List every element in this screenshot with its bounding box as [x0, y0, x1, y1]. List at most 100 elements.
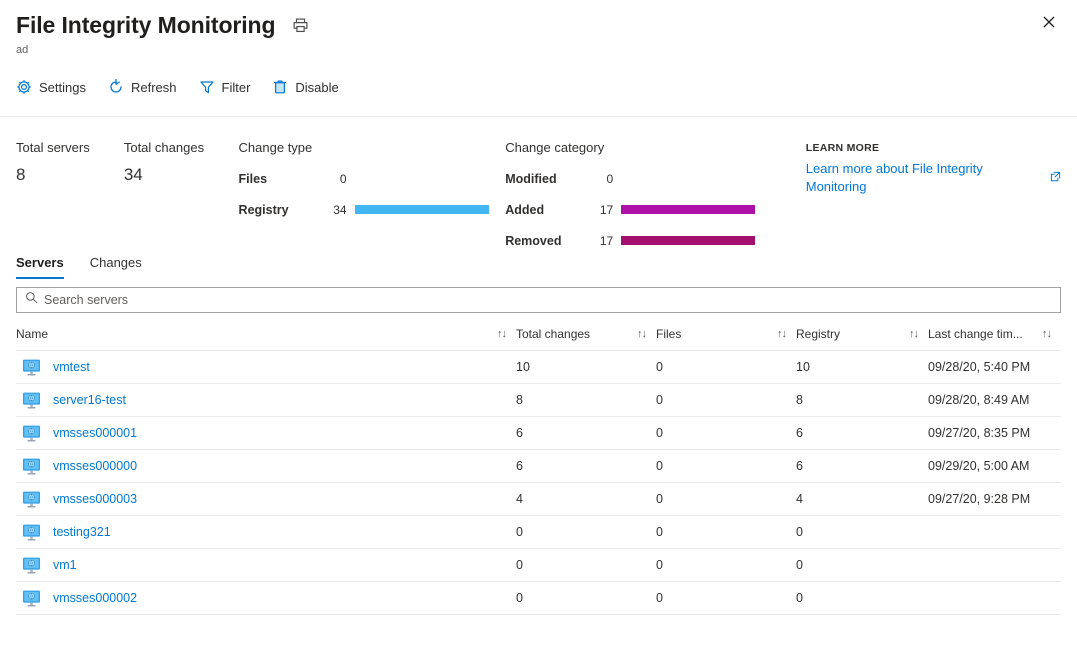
cell-last-change: 09/28/20, 8:49 AM	[928, 384, 1061, 417]
learn-more-section: LEARN MORE Learn more about File Integri…	[806, 139, 1061, 237]
column-label: Registry	[796, 327, 840, 341]
table-row[interactable]: vmtest1001009/28/20, 5:40 PM	[16, 351, 1061, 384]
bar-value: 34	[321, 203, 355, 217]
cell-name: testing321	[16, 516, 516, 549]
cell-files: 0	[656, 549, 796, 582]
column-header-registry[interactable]: Registry ↑↓	[796, 327, 928, 351]
filter-label: Filter	[222, 80, 251, 95]
virtual-machine-icon	[22, 590, 41, 607]
sort-icon[interactable]: ↑↓	[637, 328, 646, 340]
bar-track	[355, 205, 506, 214]
column-header-last-change-time[interactable]: Last change tim... ↑↓	[928, 327, 1061, 351]
tab-changes[interactable]: Changes	[90, 251, 154, 279]
column-label: Files	[656, 327, 681, 341]
refresh-label: Refresh	[131, 80, 177, 95]
cell-total-changes: 6	[516, 450, 656, 483]
bar-row: Files 0	[239, 163, 506, 194]
external-link-icon	[1050, 169, 1061, 187]
title-row: File Integrity Monitoring	[16, 10, 1061, 40]
cell-name: vm1	[16, 549, 516, 582]
sort-icon[interactable]: ↑↓	[909, 328, 918, 340]
servers-table: Name ↑↓ Total changes ↑↓ Files ↑↓	[16, 327, 1061, 615]
cell-last-change: 09/28/20, 5:40 PM	[928, 351, 1061, 384]
bar-row: Registry 34	[239, 194, 506, 225]
cell-files: 0	[656, 483, 796, 516]
cell-total-changes: 0	[516, 516, 656, 549]
bar-row: Added 17	[505, 194, 778, 225]
tab-servers-label: Servers	[16, 255, 64, 270]
sort-icon[interactable]: ↑↓	[1042, 328, 1051, 340]
cell-name: server16-test	[16, 384, 516, 417]
cell-last-change: 09/27/20, 8:35 PM	[928, 417, 1061, 450]
server-name-link[interactable]: vmsses000003	[53, 492, 137, 506]
sort-icon[interactable]: ↑↓	[777, 328, 786, 340]
table-row[interactable]: vmsses00000160609/27/20, 8:35 PM	[16, 417, 1061, 450]
bar-fill	[621, 236, 755, 245]
refresh-button[interactable]: Refresh	[108, 76, 187, 98]
table-body: vmtest1001009/28/20, 5:40 PMserver16-tes…	[16, 351, 1061, 615]
server-name-link[interactable]: vmsses000001	[53, 426, 137, 440]
cell-files: 0	[656, 516, 796, 549]
cell-files: 0	[656, 384, 796, 417]
bar-track	[621, 236, 778, 245]
server-name-link[interactable]: testing321	[53, 525, 111, 539]
total-servers-label: Total servers	[16, 139, 124, 157]
bar-value: 17	[587, 234, 621, 248]
cell-registry: 4	[796, 483, 928, 516]
virtual-machine-icon	[22, 425, 41, 442]
cell-total-changes: 0	[516, 549, 656, 582]
cell-name: vmsses000002	[16, 582, 516, 615]
virtual-machine-icon	[22, 392, 41, 409]
tab-servers[interactable]: Servers	[16, 251, 76, 279]
search-icon	[25, 291, 38, 309]
total-servers-value: 8	[16, 164, 124, 186]
settings-button[interactable]: Settings	[16, 76, 96, 98]
search-input[interactable]	[44, 293, 1052, 307]
table-row[interactable]: vmsses00000060609/29/20, 5:00 AM	[16, 450, 1061, 483]
table-row[interactable]: vm1000	[16, 549, 1061, 582]
bar-track	[355, 174, 506, 183]
bar-label: Modified	[505, 172, 587, 186]
close-icon[interactable]	[1035, 8, 1063, 36]
cell-name: vmsses000001	[16, 417, 516, 450]
summary-strip: Total servers 8 Total changes 34 Change …	[0, 117, 1077, 237]
server-name-link[interactable]: vm1	[53, 558, 77, 572]
server-name-link[interactable]: vmsses000002	[53, 591, 137, 605]
cell-total-changes: 0	[516, 582, 656, 615]
cell-files: 0	[656, 351, 796, 384]
cell-registry: 10	[796, 351, 928, 384]
change-category-chart: Change category Modified 0 Added 17 Remo…	[505, 139, 778, 237]
cell-last-change: 09/27/20, 9:28 PM	[928, 483, 1061, 516]
sort-icon[interactable]: ↑↓	[497, 328, 506, 340]
bar-label: Added	[505, 203, 587, 217]
search-box[interactable]	[16, 287, 1061, 313]
virtual-machine-icon	[22, 359, 41, 376]
print-icon[interactable]	[289, 14, 311, 36]
learn-more-link[interactable]: Learn more about File Integrity Monitori…	[806, 160, 1061, 196]
cell-last-change: 09/29/20, 5:00 AM	[928, 450, 1061, 483]
column-header-files[interactable]: Files ↑↓	[656, 327, 796, 351]
column-header-name[interactable]: Name ↑↓	[16, 327, 516, 351]
column-header-total-changes[interactable]: Total changes ↑↓	[516, 327, 656, 351]
command-bar: Settings Refresh Filter Disable	[0, 71, 1077, 117]
server-name-link[interactable]: server16-test	[53, 393, 126, 407]
change-category-bars: Modified 0 Added 17 Removed 17	[505, 163, 778, 256]
total-servers-stat: Total servers 8	[16, 139, 124, 237]
refresh-icon	[108, 79, 124, 95]
change-type-label: Change type	[239, 139, 506, 157]
filter-button[interactable]: Filter	[199, 76, 261, 98]
table-row[interactable]: vmsses00000340409/27/20, 9:28 PM	[16, 483, 1061, 516]
server-name-link[interactable]: vmsses000000	[53, 459, 137, 473]
cell-name: vmsses000000	[16, 450, 516, 483]
table-row[interactable]: testing321000	[16, 516, 1061, 549]
bar-label: Registry	[239, 203, 321, 217]
bar-track	[621, 205, 778, 214]
cell-last-change	[928, 516, 1061, 549]
table-row[interactable]: server16-test80809/28/20, 8:49 AM	[16, 384, 1061, 417]
change-type-bars: Files 0 Registry 34	[239, 163, 506, 225]
tab-changes-label: Changes	[90, 255, 142, 270]
cell-files: 0	[656, 417, 796, 450]
server-name-link[interactable]: vmtest	[53, 360, 90, 374]
table-row[interactable]: vmsses000002000	[16, 582, 1061, 615]
disable-button[interactable]: Disable	[272, 76, 348, 98]
